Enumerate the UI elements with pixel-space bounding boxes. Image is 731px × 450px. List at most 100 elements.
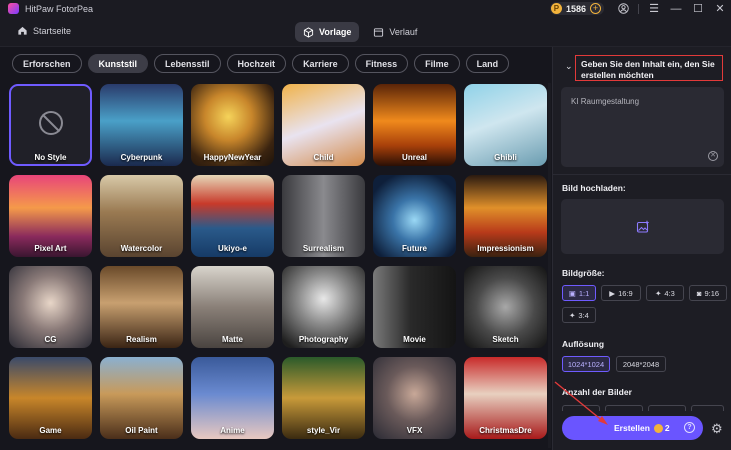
style-tile-future[interactable]: Future [373,175,456,257]
style-tile-happynewyear[interactable]: HappyNewYear [191,84,274,166]
tile-label: Unreal [402,153,427,162]
prompt-input[interactable]: KI Raumgestaltung ✕ [561,87,724,167]
tab-vorlage[interactable]: Vorlage [295,22,360,42]
style-tile-cyberpunk[interactable]: Cyberpunk [100,84,183,166]
count-option[interactable] [648,405,686,411]
size-label: 16:9 [618,288,633,298]
tab-vorlage-label: Vorlage [319,27,352,37]
category-filme[interactable]: Filme [414,54,460,73]
category-kunststil[interactable]: Kunststil [87,54,149,73]
resolution-2048[interactable]: 2048*2048 [616,356,666,372]
instagram-icon: ◙ [696,288,702,298]
tile-label: Oil Paint [125,426,158,435]
home-link[interactable]: Startseite [17,25,71,36]
help-icon[interactable]: ? [684,422,695,433]
tile-label: Watercolor [120,244,163,253]
image-upload-area[interactable] [561,199,724,254]
create-cost: 2 [664,423,670,433]
resolution-1024[interactable]: 1024*1024 [562,356,610,372]
style-tile-no-style[interactable]: No Style [9,84,92,166]
titlebar-divider [638,3,639,14]
panel-divider [553,174,731,175]
style-tile-oil-paint[interactable]: Oil Paint [100,357,183,439]
style-tile-vfx[interactable]: VFX [373,357,456,439]
tile-label: HappyNewYear [203,153,262,162]
minimize-icon[interactable]: — [665,0,687,17]
tab-verlauf[interactable]: Verlauf [365,22,425,42]
close-icon[interactable]: ✕ [709,0,731,17]
app-logo-icon [8,3,19,14]
square-icon: ▣ [568,288,576,298]
maximize-icon[interactable]: ☐ [687,0,709,17]
style-tile-ghibli[interactable]: Ghibli [464,84,547,166]
add-coins-icon[interactable]: + [590,3,601,14]
category-bar: Erforschen Kunststil Lebensstil Hochzeit… [12,54,510,73]
image-count-title: Anzahl der Bilder [562,387,632,397]
no-style-icon [39,111,63,135]
style-tile-game[interactable]: Game [9,357,92,439]
style-tile-photography[interactable]: Photography [282,266,365,348]
count-option[interactable] [562,405,600,411]
category-erforschen[interactable]: Erforschen [12,54,82,73]
clear-icon[interactable]: ✕ [708,151,718,161]
count-option[interactable] [605,405,643,411]
tile-label: Sketch [492,335,519,344]
style-tile-unreal[interactable]: Unreal [373,84,456,166]
size-label: 4:3 [664,288,675,298]
create-label: Erstellen [614,423,650,433]
account-icon[interactable] [612,0,634,17]
category-fitness[interactable]: Fitness [354,54,409,73]
style-tile-christmasdre[interactable]: ChristmasDre [464,357,547,439]
create-button[interactable]: Erstellen 2 ? [562,416,703,440]
style-tile-cg[interactable]: CG [9,266,92,348]
size-option-16-9[interactable]: ▶ 16:9 [601,285,641,301]
style-tile-child[interactable]: Child [282,84,365,166]
tile-label: ChristmasDre [479,426,532,435]
style-tile-watercolor[interactable]: Watercolor [100,175,183,257]
size-option-4-3[interactable]: ✦ 4:3 [646,285,684,301]
coin-balance[interactable]: P 1586 + [549,2,604,15]
style-tile-impressionism[interactable]: Impressionism [464,175,547,257]
tile-label: VFX [406,426,423,435]
style-tile-sketch[interactable]: Sketch [464,266,547,348]
youtube-icon: ▶ [609,288,616,298]
size-option-9-16[interactable]: ◙ 9:16 [689,285,727,301]
prompt-title: Geben Sie den Inhalt ein, den Sie erstel… [575,55,723,81]
tile-label: style_Vir [306,426,341,435]
tile-label: Pixel Art [34,244,67,253]
style-tile-ukiyo-e[interactable]: Ukiyo-e [191,175,274,257]
style-tile-movie[interactable]: Movie [373,266,456,348]
size-option-3-4[interactable]: ✦ 3:4 [562,307,596,323]
category-karriere[interactable]: Karriere [292,54,349,73]
gear-icon[interactable]: ⚙ [711,421,723,437]
style-tile-realism[interactable]: Realism [100,266,183,348]
tile-label: Child [313,153,334,162]
upload-title: Bild hochladen: [562,183,626,193]
twitter-icon: ✦ [655,288,662,298]
size-option-1-1[interactable]: ▣ 1:1 [562,285,596,301]
prompt-text: KI Raumgestaltung [571,97,640,106]
tile-label: Game [39,426,62,435]
tile-label: Matte [222,335,243,344]
tile-label: Cyberpunk [120,153,163,162]
tile-label: Ukiyo-e [218,244,247,253]
style-tile-style-vir[interactable]: style_Vir [282,357,365,439]
style-tile-pixel-art[interactable]: Pixel Art [9,175,92,257]
style-tile-matte[interactable]: Matte [191,266,274,348]
tile-label: Movie [403,335,426,344]
tile-label: Ghibli [494,153,517,162]
category-lebensstil[interactable]: Lebensstil [154,54,221,73]
chevron-down-icon[interactable]: ⌄ [565,61,573,72]
style-tile-surrealism[interactable]: Surrealism [282,175,365,257]
count-option[interactable] [691,405,724,411]
home-label: Startseite [33,25,72,36]
coin-icon [653,423,663,433]
grid-scrollbar[interactable] [548,83,551,448]
category-hochzeit[interactable]: Hochzeit [226,54,287,73]
menu-icon[interactable]: ☰ [643,0,665,17]
category-land[interactable]: Land [465,54,510,73]
style-tile-anime[interactable]: Anime [191,357,274,439]
tile-label: Future [402,244,427,253]
settings-panel: ⌄ Geben Sie den Inhalt ein, den Sie erst… [552,47,731,450]
tile-label: Impressionism [477,244,534,253]
